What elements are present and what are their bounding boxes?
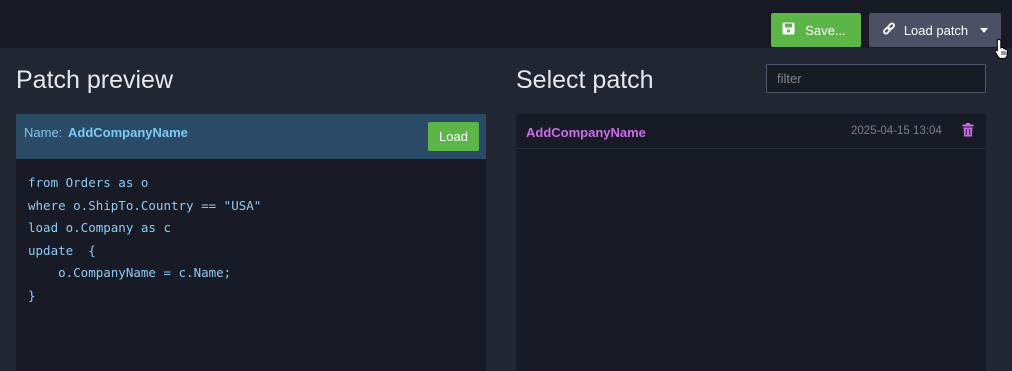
patch-code: from Orders as o where o.ShipTo.Country =… (28, 172, 261, 307)
trash-icon[interactable] (962, 123, 974, 142)
patch-item-date: 2025-04-15 13:04 (851, 125, 942, 137)
chevron-down-icon (980, 27, 989, 33)
name-label: Name: (24, 125, 63, 140)
save-icon (782, 22, 795, 38)
top-toolbar: Save... Load patch (0, 0, 1012, 48)
code-line: } (28, 287, 36, 303)
load-patch-label: Load patch (903, 22, 969, 38)
patch-list: AddCompanyName 2025-04-15 13:04 (516, 114, 986, 371)
patch-preview-header: Name: AddCompanyName Load (16, 114, 486, 159)
select-patch-title: Select patch (516, 66, 654, 94)
code-line: from Orders as o (28, 175, 149, 190)
code-line: load o.Company as c (28, 220, 171, 235)
link-icon (882, 22, 896, 39)
patch-name: AddCompanyName (68, 125, 188, 140)
load-button[interactable]: Load (428, 122, 479, 151)
filter-input[interactable] (766, 64, 986, 93)
save-label: Save... (805, 22, 846, 38)
code-line: update { (28, 242, 96, 258)
pointer-cursor-icon (994, 38, 1010, 65)
list-item[interactable]: AddCompanyName 2025-04-15 13:04 (516, 114, 986, 149)
save-button[interactable]: Save... (771, 13, 861, 47)
code-line: o.CompanyName = c.Name; (28, 265, 232, 280)
patch-preview-title: Patch preview (16, 66, 174, 94)
code-line: where o.ShipTo.Country == "USA" (28, 197, 262, 213)
load-patch-dropdown-button[interactable]: Load patch (869, 13, 1001, 47)
patch-item-name: AddCompanyName (526, 125, 646, 140)
